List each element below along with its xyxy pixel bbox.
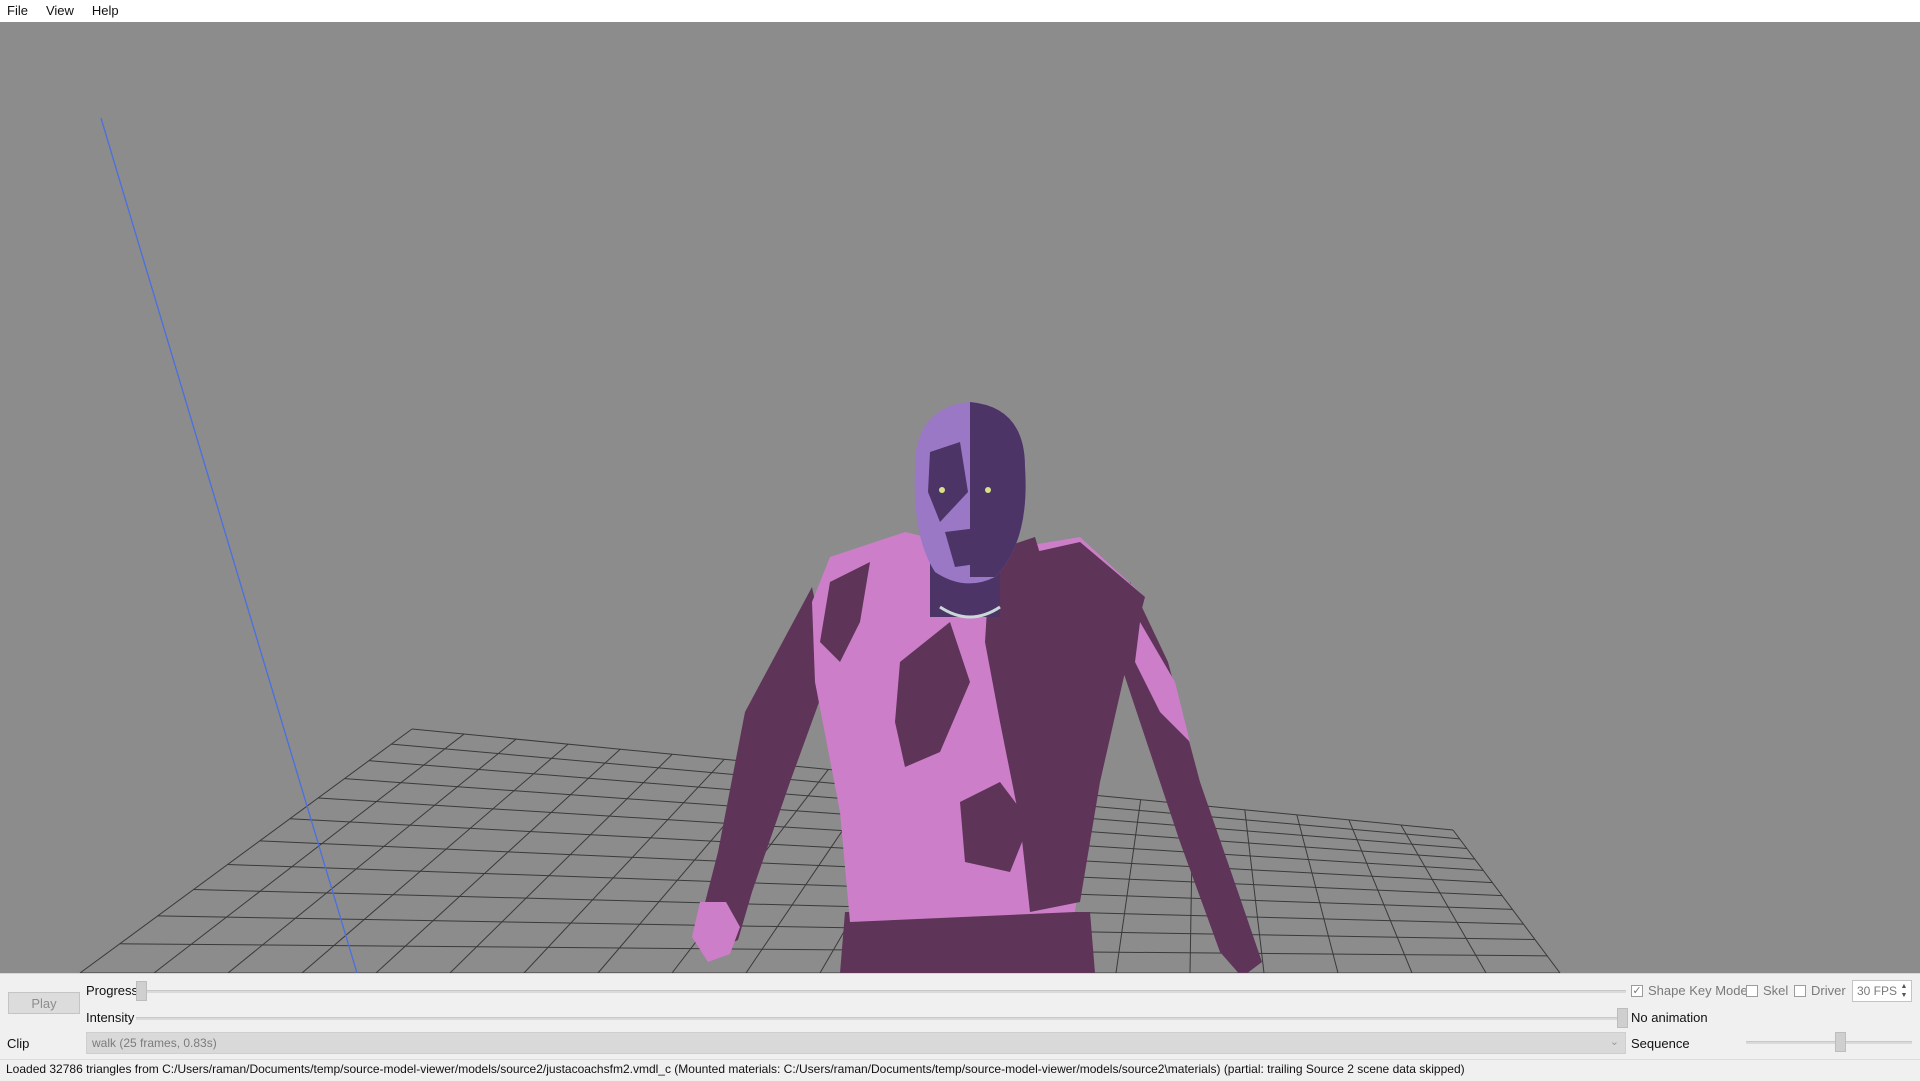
fps-value: 30 FPS [1857, 984, 1898, 998]
grid-column-line [1115, 799, 1142, 973]
grid-column-line [79, 728, 413, 973]
shape-key-mode-label: Shape Key Mode [1648, 983, 1748, 998]
chevron-down-icon: ⌄ [1609, 1036, 1619, 1048]
grid-column-line [1452, 829, 1561, 973]
progress-slider-track[interactable] [136, 990, 1626, 993]
animation-controls: Play Progress Intensity Clip walk (25 fr… [0, 973, 1920, 1060]
grid-column-line [1296, 814, 1339, 973]
status-text: Loaded 32786 triangles from C:/Users/ram… [6, 1062, 1465, 1076]
driver-checkbox[interactable] [1794, 985, 1806, 997]
menu-view[interactable]: View [37, 0, 83, 22]
skel-label: Skel [1763, 983, 1789, 998]
menu-help[interactable]: Help [83, 0, 128, 22]
grid-column-line [449, 753, 673, 973]
intensity-slider-track[interactable] [136, 1017, 1626, 1020]
intensity-label: Intensity [86, 1010, 135, 1025]
spin-down-icon[interactable]: ▼ [1899, 991, 1909, 1000]
spin-up-icon[interactable]: ▲ [1899, 982, 1909, 991]
checkmark-icon: ✓ [1632, 985, 1642, 997]
grid-column-line [301, 743, 569, 973]
menu-bar: File View Help [0, 0, 1920, 22]
status-bar: Loaded 32786 triangles from C:/Users/ram… [0, 1059, 1920, 1081]
sequence-slider-handle[interactable] [1835, 1032, 1846, 1052]
axis-line [100, 117, 358, 973]
grid-column-line [1348, 819, 1413, 973]
sequence-label: Sequence [1631, 1036, 1690, 1051]
shape-key-mode-checkbox[interactable]: ✓ [1631, 985, 1643, 997]
menu-file[interactable]: File [0, 0, 37, 22]
play-button[interactable]: Play [8, 992, 80, 1014]
clip-value: walk (25 frames, 0.83s) [92, 1036, 217, 1050]
grid-column-line [523, 758, 725, 973]
progress-label: Progress [86, 983, 139, 998]
progress-slider-handle[interactable] [136, 981, 147, 1001]
3d-viewport[interactable] [0, 22, 1920, 973]
intensity-slider-handle[interactable] [1617, 1008, 1628, 1028]
character-model [692, 402, 1262, 973]
grid-column-line [375, 748, 621, 973]
viewport-scene [79, 117, 1561, 973]
fps-spinbox[interactable]: 30 FPS ▲ ▼ [1852, 980, 1912, 1002]
grid-column-line [227, 738, 517, 973]
grid-column-line [153, 733, 465, 973]
animation-status: No animation [1631, 1010, 1708, 1025]
skel-checkbox[interactable] [1746, 985, 1758, 997]
driver-label: Driver [1811, 983, 1846, 998]
clip-dropdown[interactable]: walk (25 frames, 0.83s) ⌄ [86, 1032, 1626, 1054]
clip-label: Clip [7, 1036, 30, 1051]
sequence-slider-track[interactable] [1746, 1041, 1912, 1044]
floor-grid [79, 728, 1561, 973]
